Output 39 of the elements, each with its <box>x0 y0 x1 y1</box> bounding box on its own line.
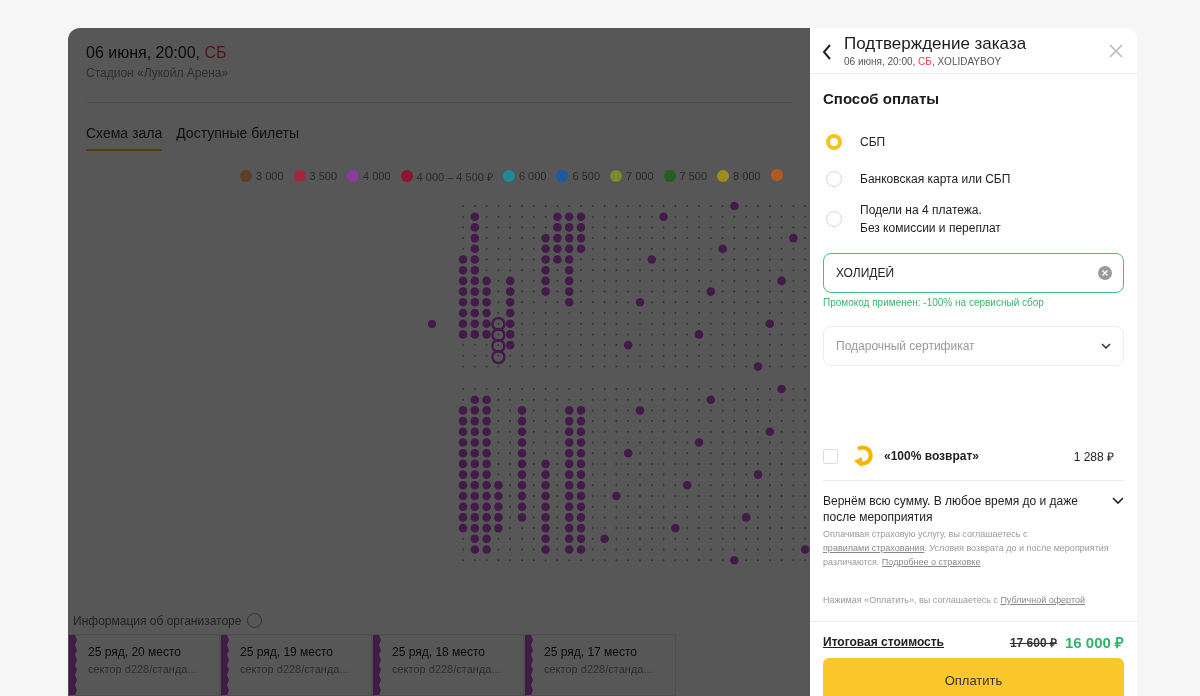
event-date: 06 июня, 20:00, СБ <box>86 43 228 63</box>
view-tab[interactable]: Доступные билеты <box>176 124 300 151</box>
payment-option[interactable]: Подели на 4 платежа. Без комиссии и переплат <box>823 201 1124 237</box>
total-price: 16 000 ₽ <box>1064 633 1124 652</box>
payment-option[interactable]: Банковская карта или СБП <box>823 164 1124 194</box>
clear-icon <box>1102 270 1108 276</box>
old-price: 17 600 ₽ <box>1009 634 1057 651</box>
drawer-title: Подтверждение заказа <box>844 34 1028 54</box>
pay-button[interactable]: Оплатить <box>823 658 1124 696</box>
back-button[interactable] <box>822 44 832 60</box>
ticket-edge-icon <box>525 635 534 695</box>
promo-success-note: Промокод применен: -100% на сервисный сбор <box>823 297 1045 308</box>
chevron-down-icon <box>1101 343 1111 349</box>
ticket-edge-icon <box>69 635 78 695</box>
insurance-price: 1 288 ₽ <box>1073 448 1114 465</box>
refund-arrow-icon <box>852 444 874 468</box>
gift-certificate-dropdown[interactable]: Подарочный сертификат <box>823 326 1124 366</box>
close-button[interactable] <box>1109 44 1123 58</box>
insurance-summary-toggle[interactable]: Вернём всю сумму. В любое время до и даже после мероприятия <box>823 493 1124 525</box>
payment-option[interactable]: СБП <box>823 127 1124 157</box>
promo-code-field[interactable]: ХОЛИДЕЙ <box>823 253 1124 293</box>
text-link[interactable]: Подробнее о страховке <box>881 557 981 567</box>
ticket-edge-icon <box>373 635 382 695</box>
insurance-checkbox[interactable] <box>823 448 838 464</box>
ticket-seat: 25 ряд, 20 место <box>88 645 197 659</box>
offer-consent-text: Нажимая «Оплатить», вы соглашаетесь с Публичной офертой <box>823 594 1086 607</box>
insurance-label: «100% возврат» <box>884 449 980 463</box>
close-icon <box>1109 44 1123 58</box>
insurance-terms-text: Оплачивая страховую услугу, вы соглашаетесь с правилами страхования. Условия возврата до и после мероприятия различаются. Подробнее о страховке <box>823 528 1110 569</box>
total-label[interactable]: Итоговая стоимость <box>823 635 1002 649</box>
view-tab[interactable]: Схема зала <box>86 124 163 151</box>
text-link[interactable]: Публичной офертой <box>1000 595 1085 605</box>
order-subtitle: 06 июня, 20:00, СБ, XOLIDAYBOY <box>844 56 1003 67</box>
ticket-seat: 25 ряд, 17 место <box>544 645 653 659</box>
section-heading: Способ оплаты <box>823 90 941 107</box>
ticket-seat: 25 ряд, 19 место <box>240 645 349 659</box>
ticket-edge-icon <box>221 635 230 695</box>
ticket-seat: 25 ряд, 18 место <box>392 645 501 659</box>
back-icon <box>822 44 832 60</box>
